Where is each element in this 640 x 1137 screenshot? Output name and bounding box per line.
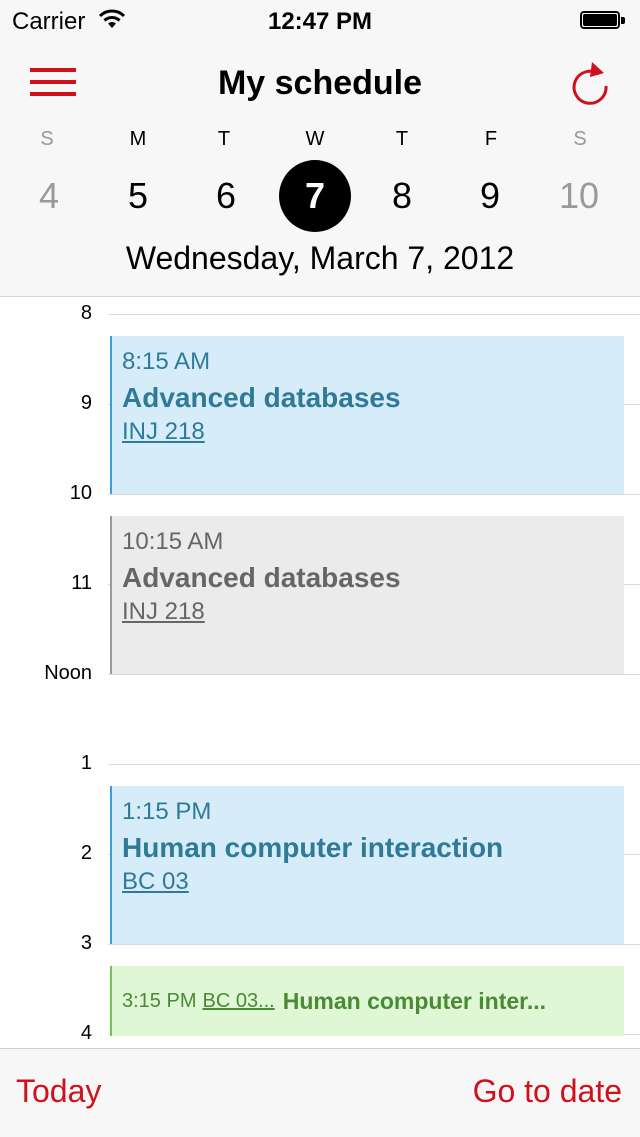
event-card-hci-2[interactable]: 3:15 PM BC 03... Human computer inter... [110, 966, 624, 1036]
hour-line [108, 764, 640, 765]
refresh-icon[interactable] [566, 56, 614, 108]
event-time: 8:15 AM [122, 348, 211, 375]
weekday-wed: W [305, 128, 325, 150]
today-button[interactable]: Today [16, 1073, 101, 1110]
header: Carrier 12:47 PM My schedule S M T W T F… [0, 0, 640, 297]
hour-label-9: 9 [80, 392, 92, 414]
hour-line [108, 944, 640, 945]
weekday-mon: M [129, 128, 147, 150]
event-card-advanced-databases-2[interactable]: 10:15 AM Advanced databases INJ 218 [110, 516, 624, 674]
selected-date: Wednesday, March 7, 2012 [125, 240, 515, 276]
day-7-selected[interactable]: 7 [279, 160, 351, 232]
go-to-date-button[interactable]: Go to date [473, 1073, 622, 1110]
hour-label-10: 10 [69, 482, 92, 504]
page-title: My schedule [217, 64, 423, 102]
weekday-fri: F [484, 128, 498, 150]
event-time: 3:15 PM [122, 989, 197, 1012]
event-room-link[interactable]: INJ 218 [122, 418, 205, 446]
weekday-sat: S [573, 128, 587, 150]
event-time: 10:15 AM [122, 528, 224, 555]
hour-label-1: 1 [80, 752, 92, 774]
day-10[interactable]: 10 [543, 160, 615, 232]
day-4[interactable]: 4 [13, 160, 85, 232]
weekday-sun: S [40, 128, 54, 150]
hour-label-3: 3 [80, 932, 92, 954]
battery-icon [580, 11, 628, 31]
hour-label-8: 8 [80, 302, 92, 324]
day-8[interactable]: 8 [366, 160, 438, 232]
event-card-hci-1[interactable]: 1:15 PM Human computer interaction BC 03 [110, 786, 624, 944]
event-room-link[interactable]: BC 03... [202, 990, 274, 1013]
weekday-thu: T [395, 128, 409, 150]
status-bar: Carrier 12:47 PM [0, 0, 640, 40]
day-5[interactable]: 5 [102, 160, 174, 232]
day-9[interactable]: 9 [454, 160, 526, 232]
hour-label-11: 11 [71, 572, 92, 594]
day-6[interactable]: 6 [190, 160, 262, 232]
bottom-toolbar: Today Go to date [0, 1048, 640, 1137]
event-title: Advanced databases [122, 562, 401, 593]
hour-line [108, 674, 640, 675]
event-time: 1:15 PM [122, 798, 212, 825]
event-card-advanced-databases-1[interactable]: 8:15 AM Advanced databases INJ 218 [110, 336, 624, 494]
status-time: 12:47 PM [267, 8, 373, 35]
weekday-tue: T [217, 128, 231, 150]
event-room-link[interactable]: BC 03 [122, 868, 189, 896]
event-title: Advanced databases [122, 382, 401, 413]
hour-line [108, 494, 640, 495]
event-title: Human computer inter... [282, 987, 547, 1014]
event-room-link[interactable]: INJ 218 [122, 598, 205, 626]
hour-line [108, 314, 640, 315]
hour-label-2: 2 [80, 842, 92, 864]
hour-label-4: 4 [80, 1022, 92, 1044]
hour-label-noon: Noon [44, 662, 92, 684]
event-title: Human computer interaction [122, 832, 504, 863]
